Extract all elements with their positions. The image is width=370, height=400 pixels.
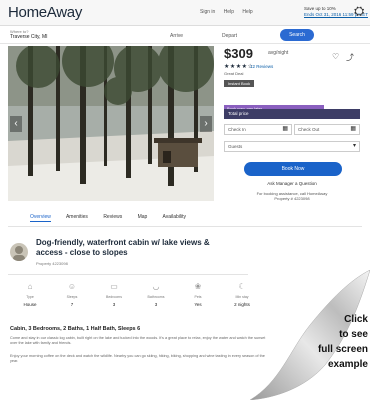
checkout-field[interactable]: Check Out ▦ xyxy=(294,124,360,135)
tab-reviews[interactable]: Reviews xyxy=(103,214,122,220)
divider xyxy=(8,274,248,275)
tab-availability[interactable]: Availability xyxy=(162,214,186,220)
rating-stars: ★★★★☆ xyxy=(224,64,254,70)
where-input[interactable]: Traverse City, MI xyxy=(10,34,48,40)
booking-panel: $309 avg/night ♡ ⤴ ★★★★☆ 12 Reviews Grea… xyxy=(222,46,362,206)
fact-bedrooms: ▭ Bedrooms 3 xyxy=(94,282,134,307)
full-screen-prompt[interactable]: Click to see full screen example xyxy=(292,312,370,372)
prompt-line: to see xyxy=(339,329,368,340)
fact-label: Bathrooms xyxy=(147,295,165,299)
tab-amenities[interactable]: Amenities xyxy=(66,214,88,220)
fact-label: Type xyxy=(26,295,34,299)
section-tabs: Overview Amenities Reviews Map Availabil… xyxy=(30,214,200,222)
fact-value: 3 xyxy=(112,302,116,307)
calendar-icon: ▦ xyxy=(350,126,356,132)
fact-type: ⌂ Type House xyxy=(10,282,50,307)
photo-gallery[interactable]: ‹ › xyxy=(8,46,214,201)
booking-note: For booking assistance, call HomeAway Pr… xyxy=(222,191,362,201)
checkout-label: Check Out xyxy=(298,127,320,132)
fact-value: House xyxy=(23,302,37,307)
top-bar: HomeAway Sign in Help Help Save up to 10… xyxy=(0,0,370,26)
summary-paragraph: Come and stay in our classic log cabin, … xyxy=(10,336,266,345)
search-button[interactable]: Search xyxy=(280,29,314,41)
divider xyxy=(8,226,362,227)
fact-pets: ❀ Pets Yes xyxy=(178,282,218,307)
owner-avatar xyxy=(10,243,28,261)
summary-title: Cabin, 3 Bedrooms, 2 Baths, 1 Half Bath,… xyxy=(10,326,141,332)
summary-paragraph: Enjoy your morning coffee on the deck an… xyxy=(10,354,265,363)
guests-field[interactable]: Guests ▾ xyxy=(224,141,360,152)
share-icon[interactable]: ⤴ xyxy=(346,52,354,63)
bed-icon: ▭ xyxy=(110,282,118,291)
home-icon: ⌂ xyxy=(27,282,33,291)
calendar-icon: ▦ xyxy=(282,126,288,132)
avatar-icon xyxy=(13,246,25,261)
guests-label: Guests xyxy=(228,144,243,149)
property-number: Property # 4223098 xyxy=(274,196,310,201)
prompt-line: example xyxy=(327,359,368,370)
instant-book-tag: Instant Book xyxy=(224,80,254,87)
fact-bathrooms: ◡ Bathrooms 3 xyxy=(136,282,176,307)
arrive-input[interactable]: Arrive xyxy=(170,33,183,39)
price: $309 xyxy=(224,46,253,61)
search-row: Where to? Traverse City, MI Arrive Depar… xyxy=(0,26,370,44)
gallery-prev-arrow-icon[interactable]: ‹ xyxy=(10,116,22,132)
property-id: Property 4223098 xyxy=(36,261,68,266)
fact-value: 7 xyxy=(70,302,74,307)
reviews-link[interactable]: 12 Reviews xyxy=(250,64,273,69)
prompt-line: Click xyxy=(344,314,368,325)
person-icon: ☺ xyxy=(67,282,77,291)
cabin-photo xyxy=(8,46,214,201)
tab-overview[interactable]: Overview xyxy=(30,214,51,222)
prompt-line: full screen xyxy=(317,344,368,355)
gift-icon[interactable]: ⛭ xyxy=(354,3,364,19)
fact-label: Sleeps xyxy=(66,295,78,299)
heart-icon[interactable]: ♡ xyxy=(332,52,339,61)
nav-help[interactable]: Help xyxy=(224,9,234,15)
depart-input[interactable]: Depart xyxy=(222,33,237,39)
ask-manager-link[interactable]: Ask Manager a Question xyxy=(222,181,362,186)
logo[interactable]: HomeAway xyxy=(8,4,82,21)
fact-value: Yes xyxy=(194,302,202,307)
tab-map[interactable]: Map xyxy=(138,214,148,220)
fact-label: Pets xyxy=(194,295,202,299)
book-now-button[interactable]: Book Now xyxy=(244,162,342,176)
fact-value: 3 xyxy=(154,302,158,307)
chevron-down-icon: ▾ xyxy=(352,143,356,149)
gallery-next-arrow-icon[interactable]: › xyxy=(200,116,212,132)
total-price-bar[interactable]: Total price xyxy=(224,109,360,119)
top-nav: Sign in Help Help xyxy=(200,9,260,15)
checkin-field[interactable]: Check In ▦ xyxy=(224,124,292,135)
nav-help-2[interactable]: Help xyxy=(242,9,252,15)
deal-label: Great Deal xyxy=(224,71,244,76)
nav-sign-in[interactable]: Sign in xyxy=(200,9,215,15)
listing-title: Dog-friendly, waterfront cabin w/ lake v… xyxy=(36,238,210,257)
fact-label: Bedrooms xyxy=(106,295,122,299)
fact-sleeps: ☺ Sleeps 7 xyxy=(52,282,92,307)
pet-icon: ❀ xyxy=(194,282,202,291)
bath-icon: ◡ xyxy=(152,282,160,291)
per-night-label: avg/night xyxy=(268,50,289,56)
checkin-label: Check In xyxy=(228,127,246,132)
